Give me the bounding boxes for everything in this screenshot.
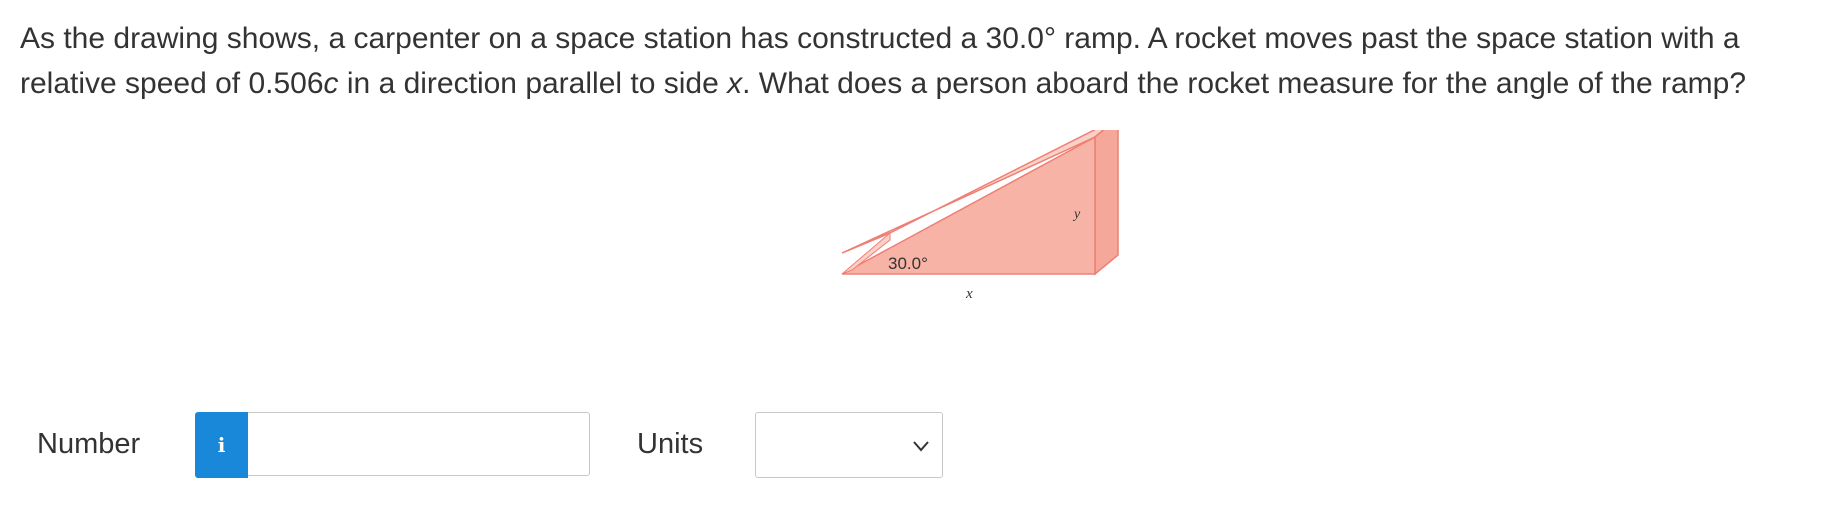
- ramp-figure: 30.0° x y: [790, 116, 1130, 390]
- variable-c: c: [323, 67, 339, 100]
- number-label: Number: [37, 428, 141, 460]
- question-part-2: in a direction parallel to side: [338, 67, 728, 100]
- side-y-label: y: [1072, 207, 1081, 222]
- ramp-side-face: [841, 135, 1096, 275]
- info-icon: i: [217, 433, 226, 457]
- answer-row: Number i Units: [0, 410, 1840, 480]
- question-part-3: . What does a person aboard the rocket m…: [742, 67, 1747, 100]
- variable-x: x: [727, 67, 743, 100]
- units-label: Units: [637, 428, 704, 460]
- units-select[interactable]: [755, 412, 943, 478]
- ramp-diagram: 30.0° x y: [841, 116, 1119, 302]
- side-x-label: x: [965, 286, 973, 302]
- question-text: As the drawing shows, a carpenter on a s…: [20, 16, 1820, 106]
- angle-label: 30.0°: [888, 254, 928, 273]
- number-input[interactable]: [248, 412, 590, 476]
- chevron-down-icon: [913, 441, 929, 452]
- info-button[interactable]: i: [195, 412, 248, 478]
- ramp-back-face: [1094, 116, 1119, 276]
